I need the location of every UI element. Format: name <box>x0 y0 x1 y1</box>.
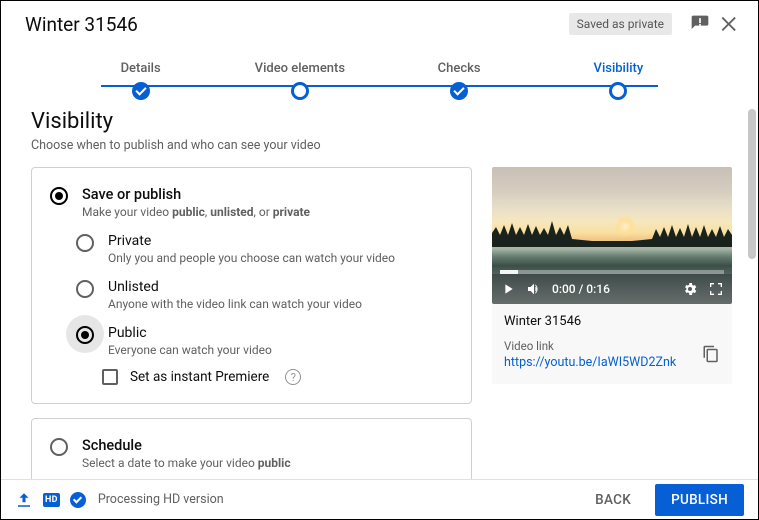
page-title: Visibility <box>31 109 732 134</box>
processing-check-icon <box>70 492 86 508</box>
processing-text: Processing HD version <box>98 492 571 507</box>
radio-icon[interactable] <box>76 280 94 298</box>
video-title: Winter 31546 <box>504 314 720 329</box>
step-check-icon <box>450 82 468 100</box>
volume-icon[interactable] <box>526 281 542 297</box>
save-state-badge: Saved as private <box>569 13 672 35</box>
dialog-title: Winter 31546 <box>25 13 569 36</box>
hd-chip: HD <box>43 493 60 507</box>
video-thumbnail[interactable]: 0:00 / 0:16 <box>492 167 732 304</box>
radio-schedule[interactable]: Schedule Select a date to make your vide… <box>50 437 453 470</box>
video-link[interactable]: https://youtu.be/IaWI5WD2Znk <box>504 355 676 370</box>
dialog-footer: HD Processing HD version BACK PUBLISH <box>1 479 758 519</box>
fullscreen-icon[interactable] <box>708 281 724 297</box>
dialog-body: Visibility Choose when to publish and wh… <box>1 95 758 479</box>
upload-stepper: Details Video elements Checks Visibility <box>1 47 758 95</box>
save-publish-label: Save or publish <box>82 186 310 203</box>
step-dot-icon <box>291 82 309 100</box>
video-link-label: Video link <box>504 339 676 353</box>
schedule-card: Schedule Select a date to make your vide… <box>31 418 472 479</box>
upload-progress-icon <box>15 491 33 509</box>
settings-icon[interactable] <box>682 281 698 297</box>
copy-icon[interactable] <box>702 345 720 363</box>
step-check-icon <box>132 82 150 100</box>
radio-icon[interactable] <box>50 438 68 456</box>
radio-icon[interactable] <box>76 326 94 344</box>
play-icon[interactable] <box>500 281 516 297</box>
dialog-header: Winter 31546 Saved as private <box>1 1 758 47</box>
page-subtitle: Choose when to publish and who can see y… <box>31 138 732 153</box>
checkbox-instant-premiere[interactable]: Set as instant Premiere ? <box>76 369 453 385</box>
checkbox-icon[interactable] <box>102 369 118 385</box>
stepper-line <box>101 85 658 87</box>
radio-icon[interactable] <box>50 187 68 205</box>
video-controls: 0:00 / 0:16 <box>492 274 732 304</box>
radio-save-or-publish[interactable]: Save or publish Make your video public, … <box>50 186 453 219</box>
save-publish-card: Save or publish Make your video public, … <box>31 167 472 404</box>
help-icon[interactable]: ? <box>285 369 301 385</box>
feedback-icon[interactable] <box>688 12 712 36</box>
radio-private[interactable]: Private Only you and people you choose c… <box>76 233 453 265</box>
tree-silhouette <box>492 221 732 247</box>
schedule-sub: Select a date to make your video public <box>82 456 291 470</box>
video-time: 0:00 / 0:16 <box>552 282 610 296</box>
radio-icon[interactable] <box>76 234 94 252</box>
publish-button[interactable]: PUBLISH <box>655 484 744 516</box>
radio-unlisted[interactable]: Unlisted Anyone with the video link can … <box>76 279 453 311</box>
radio-public[interactable]: Public Everyone can watch your video <box>76 325 453 357</box>
schedule-label: Schedule <box>82 437 291 454</box>
back-button[interactable]: BACK <box>581 484 645 516</box>
video-preview-pane: 0:00 / 0:16 Winter 31546 Video link http… <box>492 167 732 384</box>
video-meta: Winter 31546 Video link https://youtu.be… <box>492 304 732 384</box>
close-icon[interactable] <box>718 12 742 36</box>
save-publish-sub: Make your video public, unlisted, or pri… <box>82 205 310 219</box>
